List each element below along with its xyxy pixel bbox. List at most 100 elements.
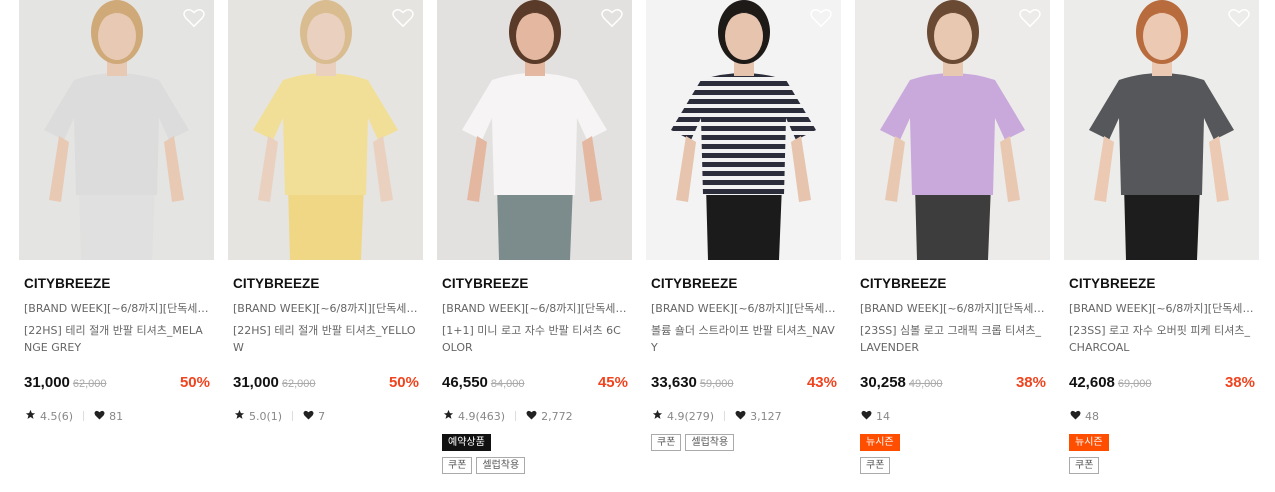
product-stats: 4.9(279) 3,127 <box>646 409 841 423</box>
original-price: 62,000 <box>72 378 107 390</box>
product-name[interactable]: [23SS] 심볼 로고 그래픽 크롭 티셔츠_LAVENDER <box>855 322 1045 356</box>
star-icon <box>652 409 663 423</box>
likes-count: 81 <box>109 409 124 423</box>
product-image[interactable] <box>1064 0 1259 260</box>
product-name[interactable]: [23SS] 로고 자수 오버핏 피케 티셔츠_CHARCOAL <box>1064 322 1254 356</box>
wishlist-heart-icon[interactable] <box>392 8 414 28</box>
product-name[interactable]: [1+1] 미니 로고 자수 반팔 티셔츠 6COLOR <box>437 322 627 356</box>
likes-count: 3,127 <box>750 409 782 423</box>
likes-count: 14 <box>876 409 890 423</box>
wishlist-heart-icon[interactable] <box>1228 8 1250 28</box>
product-stats: 4.5(6) 81 <box>19 409 214 423</box>
price-row: 31,000 62,000 50% <box>228 374 423 394</box>
tag-label: 쿠폰 <box>860 457 891 474</box>
wishlist-heart-icon[interactable] <box>1019 8 1041 28</box>
original-price: 59,000 <box>699 378 734 390</box>
product-promo: [BRAND WEEK][~6/8까지][단독세일] <box>233 302 420 315</box>
rating: 4.5(6) <box>25 409 73 423</box>
wishlist-heart-icon[interactable] <box>601 8 623 28</box>
heart-icon <box>861 410 872 423</box>
product-name[interactable]: [22HS] 테리 절개 반팔 티셔츠_MELANGE GREY <box>19 322 209 356</box>
product-promo: [BRAND WEEK][~6/8까지][단독세일] <box>24 302 211 315</box>
product-card[interactable]: CITYBREEZE [BRAND WEEK][~6/8까지][단독세일] [22H… <box>228 0 423 423</box>
product-brand[interactable]: CITYBREEZE <box>228 276 423 291</box>
original-price: 49,000 <box>908 378 943 390</box>
heart-icon <box>303 410 314 423</box>
tag-list: 쿠폰 <box>855 457 1050 474</box>
price-row: 33,630 59,000 43% <box>646 374 841 394</box>
product-brand[interactable]: CITYBREEZE <box>855 276 1050 291</box>
product-brand[interactable]: CITYBREEZE <box>19 276 214 291</box>
rating-value: 4.9(463) <box>458 409 506 423</box>
status-badge: 뉴시즌 <box>860 434 900 451</box>
divider <box>724 411 726 421</box>
heart-icon <box>526 410 537 423</box>
star-icon <box>25 409 36 423</box>
original-price: 69,000 <box>1117 378 1152 390</box>
badge-row: 예약상품 <box>437 434 632 451</box>
rating-value: 5.0(1) <box>249 409 283 423</box>
likes: 48 <box>1070 410 1099 423</box>
product-stats: 48 <box>1064 409 1259 423</box>
product-card[interactable]: CITYBREEZE [BRAND WEEK][~6/8까지][단독세일] [23S… <box>1064 0 1259 474</box>
product-image[interactable] <box>228 0 423 260</box>
star-icon <box>443 409 454 423</box>
sale-price: 33,630 <box>651 374 697 391</box>
original-price: 62,000 <box>281 378 316 390</box>
product-stats: 5.0(1) 7 <box>228 409 423 423</box>
price-row: 30,258 49,000 38% <box>855 374 1050 394</box>
discount-rate: 50% <box>179 374 210 391</box>
product-promo: [BRAND WEEK][~6/8까지][단독세일] <box>651 302 838 315</box>
price-row: 31,000 62,000 50% <box>19 374 214 394</box>
sale-price: 31,000 <box>24 374 70 391</box>
likes-count: 7 <box>318 409 326 423</box>
product-name[interactable]: [22HS] 테리 절개 반팔 티셔츠_YELLOW <box>228 322 418 356</box>
product-brand[interactable]: CITYBREEZE <box>437 276 632 291</box>
likes: 2,772 <box>526 410 573 423</box>
rating-value: 4.5(6) <box>40 409 74 423</box>
tag-list: 쿠폰 셀럽착용 <box>646 434 841 451</box>
product-name[interactable]: 볼륨 숄더 스트라이프 반팔 티셔츠_NAVY <box>646 322 836 356</box>
rating: 4.9(279) <box>652 409 714 423</box>
discount-rate: 45% <box>597 374 628 391</box>
discount-rate: 50% <box>388 374 419 391</box>
heart-icon <box>735 410 746 423</box>
likes: 7 <box>303 410 325 423</box>
discount-rate: 38% <box>1224 374 1255 391</box>
product-card[interactable]: CITYBREEZE [BRAND WEEK][~6/8까지][단독세일] [23S… <box>855 0 1050 474</box>
sale-price: 31,000 <box>233 374 279 391</box>
wishlist-heart-icon[interactable] <box>183 8 205 28</box>
price-row: 42,608 69,000 38% <box>1064 374 1259 394</box>
product-promo: [BRAND WEEK][~6/8까지][단독세일] <box>442 302 629 315</box>
product-promo: [BRAND WEEK][~6/8까지][단독세일] <box>1069 302 1256 315</box>
original-price: 84,000 <box>490 378 525 390</box>
status-badge: 예약상품 <box>442 434 491 451</box>
rating: 4.9(463) <box>443 409 505 423</box>
product-card[interactable]: CITYBREEZE [BRAND WEEK][~6/8까지][단독세일] [22H… <box>19 0 214 423</box>
tag-label: 셀럽착용 <box>476 457 526 474</box>
tag-label: 셀럽착용 <box>685 434 735 451</box>
product-brand[interactable]: CITYBREEZE <box>646 276 841 291</box>
likes: 3,127 <box>735 410 782 423</box>
sale-price: 42,608 <box>1069 374 1115 391</box>
product-image[interactable] <box>437 0 632 260</box>
product-card[interactable]: CITYBREEZE [BRAND WEEK][~6/8까지][단독세일] [1+1… <box>437 0 632 474</box>
wishlist-heart-icon[interactable] <box>810 8 832 28</box>
product-brand[interactable]: CITYBREEZE <box>1064 276 1259 291</box>
product-image[interactable] <box>19 0 214 260</box>
product-card[interactable]: CITYBREEZE [BRAND WEEK][~6/8까지][단독세일] 볼륨 숄… <box>646 0 841 451</box>
product-stats: 14 <box>855 409 1050 423</box>
star-icon <box>234 409 245 423</box>
divider <box>515 411 517 421</box>
price-row: 46,550 84,000 45% <box>437 374 632 394</box>
tag-label: 쿠폰 <box>442 457 473 474</box>
divider <box>83 411 85 421</box>
likes: 14 <box>861 410 890 423</box>
likes-count: 2,772 <box>541 409 573 423</box>
tag-label: 쿠폰 <box>1069 457 1100 474</box>
product-image[interactable] <box>646 0 841 260</box>
divider <box>292 411 294 421</box>
rating: 5.0(1) <box>234 409 282 423</box>
product-image[interactable] <box>855 0 1050 260</box>
badge-row: 뉴시즌 <box>855 434 1050 451</box>
